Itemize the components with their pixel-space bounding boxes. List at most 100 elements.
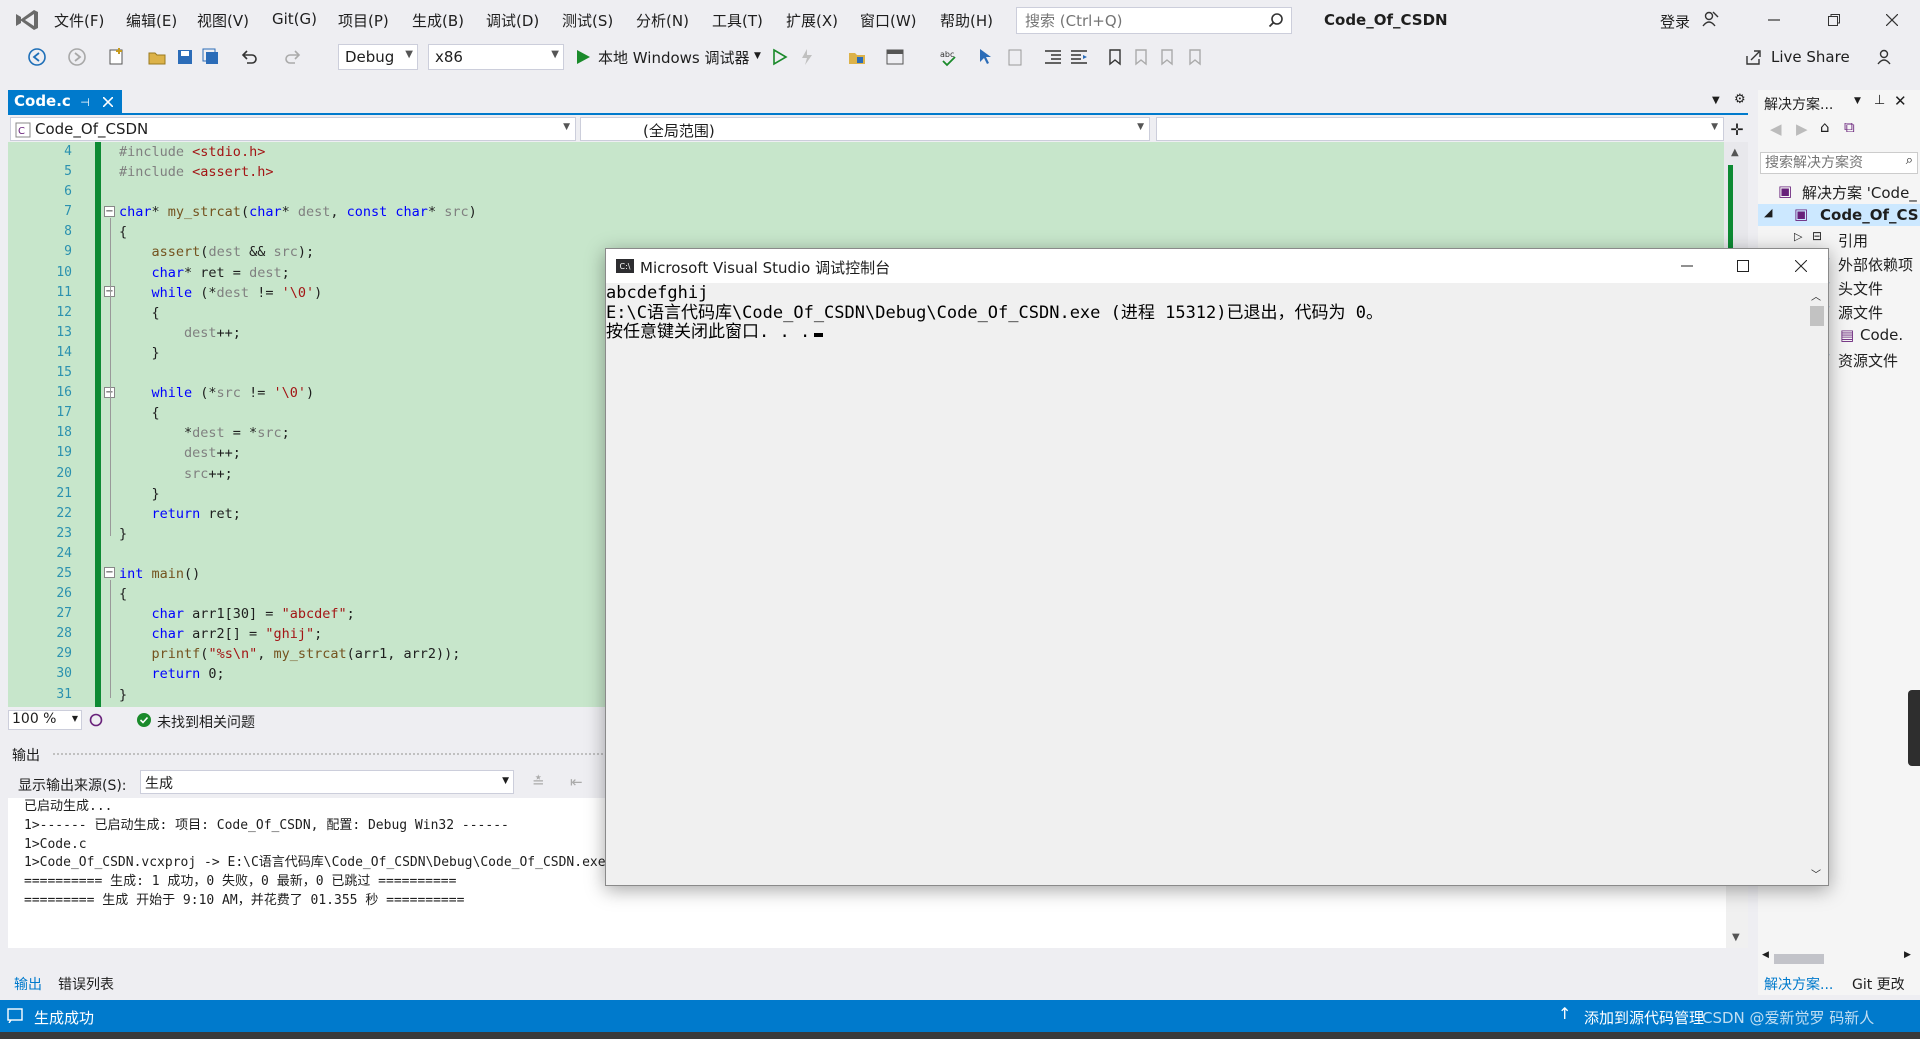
zoom-dropdown[interactable]: 100 % ▼ — [8, 710, 82, 730]
split-editor-icon[interactable]: ✛ — [1728, 120, 1746, 139]
save-icon[interactable] — [174, 46, 196, 68]
member-navigation-dropdown[interactable]: ▼ — [1156, 117, 1724, 141]
collapse-icon[interactable]: − — [104, 567, 115, 578]
horizontal-scroll-thumb[interactable] — [1774, 954, 1824, 964]
open-folder-icon[interactable] — [146, 46, 168, 68]
debug-console-window[interactable]: C:\ — [605, 248, 1829, 886]
new-project-icon[interactable] — [106, 46, 128, 68]
prev-message-icon[interactable]: ⇤ — [570, 773, 583, 791]
menu-analyze[interactable]: 分析(N) — [636, 10, 689, 31]
solution-node[interactable]: 解决方案 'Code_ — [1802, 182, 1917, 203]
add-to-source-control-button[interactable]: 添加到源代码管理 — [1584, 1007, 1704, 1028]
minimize-button[interactable] — [1754, 6, 1794, 34]
feedback-icon[interactable] — [1874, 46, 1896, 68]
menu-extensions[interactable]: 扩展(X) — [786, 10, 838, 31]
start-debugging-button[interactable]: 本地 Windows 调试器 — [598, 47, 750, 68]
home-icon[interactable]: ⌂ — [1820, 118, 1830, 136]
output-source-dropdown[interactable]: 生成 ▼ — [140, 770, 514, 794]
console-maximize-button[interactable] — [1728, 255, 1758, 277]
search-icon[interactable] — [1267, 11, 1285, 29]
login-link[interactable]: 登录 — [1660, 11, 1690, 32]
scroll-right-icon[interactable]: ▶ — [1904, 950, 1911, 960]
menu-window[interactable]: 窗口(W) — [860, 10, 917, 31]
project-node[interactable]: Code_Of_CS — [1820, 206, 1919, 224]
solution-config-dropdown[interactable]: Debug ▼ — [338, 44, 418, 70]
account-icon[interactable] — [1700, 9, 1720, 29]
source-files-node[interactable]: 源文件 — [1838, 302, 1883, 323]
previous-bookmark-icon[interactable] — [1130, 46, 1152, 68]
chevron-down-icon[interactable]: ▼ — [1854, 96, 1861, 106]
menu-test[interactable]: 测试(S) — [562, 10, 613, 31]
console-vertical-scrollbar[interactable]: ︿ ﹀ — [1806, 284, 1828, 884]
console-scroll-thumb[interactable] — [1810, 306, 1824, 326]
tab-output[interactable]: 输出 — [14, 974, 42, 994]
intellicode-icon[interactable] — [88, 712, 104, 728]
switch-views-icon[interactable]: ⧉ — [1844, 118, 1855, 136]
indent-icon[interactable] — [1068, 46, 1090, 68]
start-debugging-icon[interactable] — [572, 46, 594, 68]
issues-status[interactable]: 未找到相关问题 — [157, 712, 255, 732]
console-output[interactable]: abcdefghij E:\C语言代码库\Code_Of_CSDN\Debug\… — [606, 283, 1806, 343]
menu-project[interactable]: 项目(P) — [338, 10, 389, 31]
collapsed-arrow-icon[interactable]: ▷ — [1794, 230, 1802, 243]
solution-search-input[interactable] — [1763, 154, 1883, 172]
menu-build[interactable]: 生成(B) — [412, 10, 464, 31]
next-bookmark-icon[interactable] — [1156, 46, 1178, 68]
code-c-file-node[interactable]: Code. — [1860, 326, 1903, 344]
chevron-down-icon[interactable]: ▼ — [754, 51, 761, 61]
close-tab-icon[interactable] — [100, 94, 116, 110]
menu-help[interactable]: 帮助(H) — [940, 10, 993, 31]
clipboard-icon[interactable] — [1004, 46, 1026, 68]
pin-icon[interactable]: ⊥ — [1874, 93, 1885, 108]
side-handle[interactable] — [1908, 690, 1920, 766]
redo-icon[interactable] — [282, 46, 304, 68]
tab-error-list[interactable]: 错误列表 — [58, 974, 114, 994]
solution-platform-dropdown[interactable]: x86 ▼ — [428, 44, 564, 70]
scroll-up-icon[interactable]: ▲ — [1731, 147, 1739, 158]
undo-icon[interactable] — [238, 46, 260, 68]
restore-button[interactable] — [1814, 6, 1854, 34]
save-all-icon[interactable] — [200, 46, 222, 68]
scroll-left-icon[interactable]: ◀ — [1762, 950, 1769, 960]
solution-search-box[interactable]: ⌕ — [1760, 152, 1918, 174]
live-share-button[interactable]: Live Share — [1771, 48, 1850, 66]
start-without-debugging-icon[interactable] — [768, 46, 790, 68]
find-in-files-icon[interactable] — [846, 46, 868, 68]
view-icon[interactable] — [884, 46, 906, 68]
menu-tools[interactable]: 工具(T) — [712, 10, 763, 31]
code-text[interactable]: #include <stdio.h> #include <assert.h> c… — [119, 142, 477, 705]
resource-files-node[interactable]: 资源文件 — [1838, 350, 1898, 371]
search-box[interactable] — [1016, 7, 1292, 34]
live-share-icon[interactable] — [1742, 46, 1764, 68]
spell-check-icon[interactable]: abc — [938, 46, 960, 68]
search-input[interactable] — [1023, 11, 1253, 31]
console-minimize-button[interactable] — [1672, 255, 1702, 277]
tab-git-changes[interactable]: Git 更改 — [1852, 974, 1905, 994]
expanded-arrow-icon[interactable]: ◢ — [1764, 206, 1772, 219]
close-window-button[interactable] — [1872, 6, 1912, 34]
tab-list-dropdown-icon[interactable]: ▼ — [1712, 95, 1720, 106]
menu-view[interactable]: 视图(V) — [197, 10, 249, 31]
scroll-down-icon[interactable]: ▼ — [1732, 932, 1740, 943]
bookmark-icon[interactable] — [1104, 46, 1126, 68]
menu-edit[interactable]: 编辑(E) — [126, 10, 177, 31]
navigate-back-icon[interactable] — [26, 46, 48, 68]
clear-output-icon[interactable]: ≛ — [532, 773, 545, 791]
menu-git[interactable]: Git(G) — [272, 10, 317, 28]
close-panel-icon[interactable]: ✕ — [1894, 92, 1907, 110]
references-node[interactable]: 引用 — [1838, 230, 1868, 251]
scroll-down-icon[interactable]: ﹀ — [1811, 866, 1821, 881]
tab-solution-explorer[interactable]: 解决方案... — [1764, 974, 1833, 994]
settings-gear-icon[interactable]: ⚙ — [1734, 92, 1746, 107]
clear-bookmarks-icon[interactable] — [1184, 46, 1206, 68]
scope-navigation-dropdown[interactable]: (全局范围) ▼ — [580, 117, 1150, 141]
menu-debug[interactable]: 调试(D) — [486, 10, 539, 31]
collapse-icon[interactable]: − — [104, 206, 115, 217]
document-tab-code-c[interactable]: Code.c ⊣ — [8, 90, 122, 114]
hot-reload-icon[interactable] — [796, 46, 818, 68]
menu-file[interactable]: 文件(F) — [54, 10, 104, 31]
external-dependencies-node[interactable]: 外部依赖项 — [1838, 254, 1913, 275]
navigate-forward-icon[interactable] — [66, 46, 88, 68]
header-files-node[interactable]: 头文件 — [1838, 278, 1883, 299]
console-close-button[interactable] — [1786, 255, 1816, 277]
